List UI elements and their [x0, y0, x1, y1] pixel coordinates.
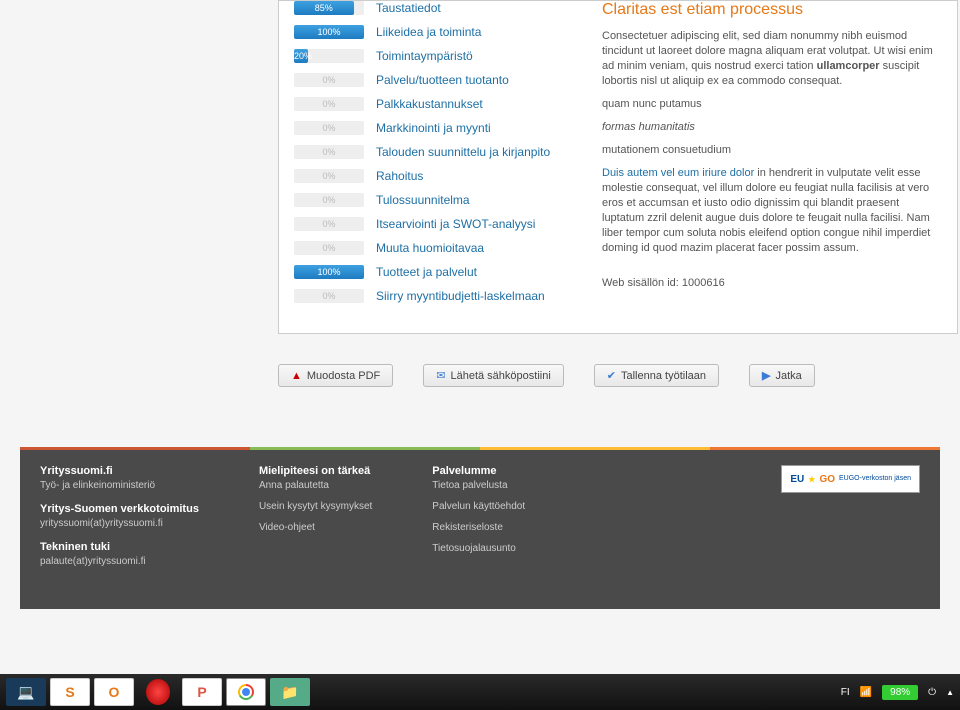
section-link[interactable]: Tuotteet ja palvelut — [376, 265, 477, 279]
article-line2: formas humanitatis — [602, 120, 942, 135]
section-link[interactable]: Taustatiedot — [376, 1, 441, 15]
progress-bar: 100% — [294, 25, 364, 39]
chrome-icon[interactable] — [226, 678, 266, 706]
progress-list: 85% Taustatiedot 100% Liikeidea ja toiminta… — [294, 1, 574, 313]
progress-bar: 0% — [294, 289, 364, 303]
section-link[interactable]: Itsearviointi ja SWOT-analyysi — [376, 217, 535, 231]
footer-link[interactable]: Anna palautetta — [259, 480, 372, 491]
check-icon: ✔ — [607, 369, 616, 382]
section-link[interactable]: Liikeidea ja toiminta — [376, 25, 481, 39]
article-line1: quam nunc putamus — [602, 97, 942, 112]
save-button[interactable]: ✔Tallenna työtilaan — [594, 364, 719, 387]
show-hidden-icon[interactable]: ▲ — [946, 688, 954, 697]
footer-link[interactable]: Usein kysytyt kysymykset — [259, 501, 372, 512]
progress-bar: 0% — [294, 145, 364, 159]
explorer-icon[interactable]: 📁 — [270, 678, 310, 706]
list-item: 0% Talouden suunnittelu ja kirjanpito — [294, 145, 574, 159]
main-panel: 85% Taustatiedot 100% Liikeidea ja toiminta… — [278, 0, 958, 334]
footer-h: Palvelumme — [432, 465, 525, 477]
footer-col-contact: Yrityssuomi.fi Työ- ja elinkeinominister… — [40, 465, 199, 579]
article-line3: mutationem consuetudium — [602, 143, 942, 158]
outlook-icon[interactable]: O — [94, 678, 134, 706]
section-link[interactable]: Muuta huomioitavaa — [376, 241, 484, 255]
footer-link[interactable]: Tietoa palvelusta — [432, 480, 525, 491]
footer-h: Mielipiteesi on tärkeä — [259, 465, 372, 477]
list-item: 0% Palvelu/tuotteen tuotanto — [294, 73, 574, 87]
progress-bar: 100% — [294, 265, 364, 279]
article-p2: Duis autem vel eum iriure dolor in hendr… — [602, 166, 942, 256]
progress-bar: 0% — [294, 217, 364, 231]
footer-sub: yrityssuomi(at)yrityssuomi.fi — [40, 518, 199, 529]
progress-bar: 0% — [294, 193, 364, 207]
pdf-icon: ▲ — [291, 370, 302, 382]
lang-indicator[interactable]: FI — [841, 687, 850, 698]
app-icon[interactable] — [138, 678, 178, 706]
network-icon[interactable]: 📶 — [860, 687, 872, 698]
section-link[interactable]: Tulossuunnitelma — [376, 193, 470, 207]
list-item: 85% Taustatiedot — [294, 1, 574, 15]
footer-h: Yrityssuomi.fi — [40, 465, 199, 477]
taskbar: 💻 S O P 📁 FI 📶 98% ⏻ ▲ — [0, 674, 960, 710]
footer-sub: palaute(at)yrityssuomi.fi — [40, 556, 199, 567]
list-item: 0% Palkkakustannukset — [294, 97, 574, 111]
footer-sub: Työ- ja elinkeinoministeriö — [40, 480, 199, 491]
section-link[interactable]: Palkkakustannukset — [376, 97, 483, 111]
footer-link[interactable]: Palvelun käyttöehdot — [432, 501, 525, 512]
progress-bar: 0% — [294, 97, 364, 111]
list-item: 0% Siirry myyntibudjetti-laskelmaan — [294, 289, 574, 303]
section-link[interactable]: Markkinointi ja myynti — [376, 121, 491, 135]
footer: Yrityssuomi.fi Työ- ja elinkeinominister… — [20, 450, 940, 609]
footer-link[interactable]: Rekisteriseloste — [432, 522, 525, 533]
list-item: 20% Toimintaympäristö — [294, 49, 574, 63]
action-buttons: ▲Muodosta PDF ✉Lähetä sähköpostiini ✔Tal… — [278, 364, 958, 387]
section-link[interactable]: Talouden suunnittelu ja kirjanpito — [376, 145, 550, 159]
list-item: 0% Tulossuunnitelma — [294, 193, 574, 207]
footer-link[interactable]: Video-ohjeet — [259, 522, 372, 533]
pdf-button[interactable]: ▲Muodosta PDF — [278, 364, 393, 387]
sharepoint-icon[interactable]: S — [50, 678, 90, 706]
section-link[interactable]: Toimintaympäristö — [376, 49, 473, 63]
laptop-icon[interactable]: 💻 — [6, 678, 46, 706]
footer-col-feedback: Mielipiteesi on tärkeä Anna palautetta U… — [259, 465, 372, 579]
footer-link[interactable]: Tietosuojalausunto — [432, 543, 525, 554]
email-button[interactable]: ✉Lähetä sähköpostiini — [423, 364, 564, 387]
footer-col-services: Palvelumme Tietoa palvelusta Palvelun kä… — [432, 465, 525, 579]
progress-bar: 0% — [294, 73, 364, 87]
mail-icon: ✉ — [436, 369, 445, 382]
progress-bar: 85% — [294, 1, 364, 15]
list-item: 100% Tuotteet ja palvelut — [294, 265, 574, 279]
battery-indicator[interactable]: 98% — [882, 685, 918, 700]
list-item: 0% Muuta huomioitavaa — [294, 241, 574, 255]
footer-h: Yritys-Suomen verkkotoimitus — [40, 503, 199, 515]
article-title: Claritas est etiam processus — [602, 1, 942, 19]
progress-bar: 20% — [294, 49, 364, 63]
list-item: 0% Itsearviointi ja SWOT-analyysi — [294, 217, 574, 231]
section-link[interactable]: Palvelu/tuotteen tuotanto — [376, 73, 509, 87]
content-id: Web sisällön id: 1000616 — [602, 276, 942, 291]
list-item: 0% Rahoitus — [294, 169, 574, 183]
arrow-icon: ▶ — [762, 369, 770, 382]
article: Claritas est etiam processus Consectetue… — [602, 1, 942, 299]
section-link[interactable]: Rahoitus — [376, 169, 423, 183]
list-item: 0% Markkinointi ja myynti — [294, 121, 574, 135]
eugo-badge: EU★GO EUGO-verkoston jäsen — [781, 465, 920, 493]
stars-icon: ★ — [808, 475, 815, 484]
list-item: 100% Liikeidea ja toiminta — [294, 25, 574, 39]
footer-h: Tekninen tuki — [40, 541, 199, 553]
continue-button[interactable]: ▶Jatka — [749, 364, 815, 387]
progress-bar: 0% — [294, 121, 364, 135]
powerpoint-icon[interactable]: P — [182, 678, 222, 706]
tray: FI 📶 98% ⏻ ▲ — [841, 685, 954, 700]
article-p1: Consectetuer adipiscing elit, sed diam n… — [602, 29, 942, 89]
progress-bar: 0% — [294, 169, 364, 183]
progress-bar: 0% — [294, 241, 364, 255]
power-icon[interactable]: ⏻ — [928, 687, 936, 698]
section-link[interactable]: Siirry myyntibudjetti-laskelmaan — [376, 289, 545, 303]
